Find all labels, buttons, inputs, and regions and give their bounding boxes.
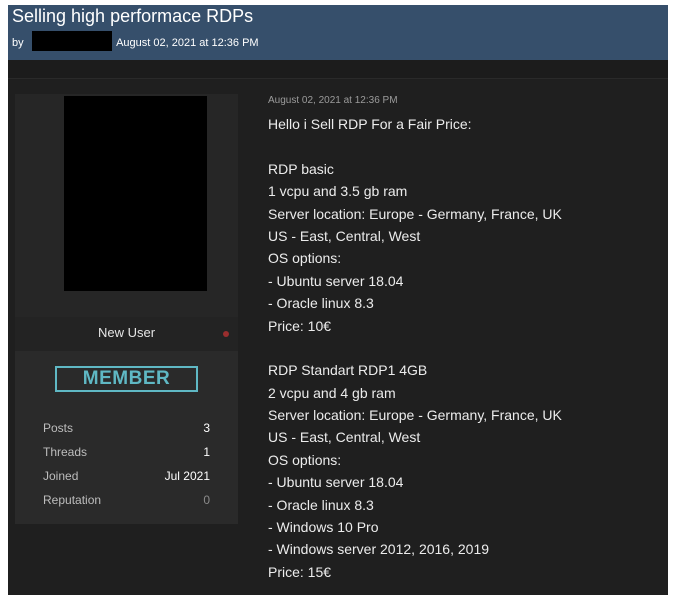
post-content: August 02, 2021 at 12:36 PM Hello i Sell… (268, 95, 658, 583)
stat-value: 0 (203, 493, 210, 507)
offline-status-icon (223, 331, 229, 337)
post-line: RDP Standart RDP1 4GB (268, 362, 428, 379)
stat-label: Threads (43, 445, 88, 459)
post-line: Price: 10€ (268, 317, 332, 334)
member-rank-badge: MEMBER (55, 366, 198, 392)
stat-label: Posts (43, 421, 74, 435)
avatar-redacted[interactable] (64, 96, 207, 291)
by-label: by (12, 36, 24, 49)
post-line: - Ubuntu server 18.04 (268, 272, 404, 289)
post-line: - Oracle linux 8.3 (268, 496, 374, 513)
post-line: - Windows 10 Pro (268, 519, 379, 536)
stat-label: Joined (43, 469, 79, 483)
thread-header: Selling high performace RDPs by August 0… (8, 5, 668, 60)
user-profile-card: New User MEMBER Posts 3 Threads 1 Joined… (15, 94, 238, 524)
post-line: Price: 15€ (268, 563, 332, 580)
post-line: - Oracle linux 8.3 (268, 295, 374, 312)
post-line (268, 337, 658, 359)
thread-byline: by August 02, 2021 at 12:36 PM (12, 31, 259, 53)
post-line: US - East, Central, West (268, 227, 421, 244)
username[interactable]: New User (15, 325, 238, 340)
post-body: Hello i Sell RDP For a Fair Price: RDP b… (268, 113, 658, 583)
stat-value: Jul 2021 (164, 469, 210, 483)
stat-posts: Posts 3 (43, 421, 210, 437)
post-line: Server location: Europe - Germany, Franc… (268, 407, 562, 424)
thread-subbar (8, 60, 668, 79)
post-line (268, 135, 658, 157)
post-line: 2 vcpu and 4 gb ram (268, 384, 396, 401)
post-line: US - East, Central, West (268, 429, 421, 446)
stat-reputation: Reputation 0 (43, 493, 210, 509)
username-row: New User (15, 317, 238, 351)
post-line: - Ubuntu server 18.04 (268, 474, 404, 491)
post-line: Server location: Europe - Germany, Franc… (268, 205, 562, 222)
post-line: RDP basic (268, 160, 334, 177)
post-line: OS options: (268, 451, 342, 468)
thread-date: August 02, 2021 at 12:36 PM (116, 36, 259, 49)
stat-value: 3 (203, 421, 210, 435)
redacted-author-name (31, 31, 112, 51)
stat-label: Reputation (43, 493, 102, 507)
stat-threads: Threads 1 (43, 445, 210, 461)
avatar-container (15, 94, 238, 317)
stat-joined: Joined Jul 2021 (43, 469, 210, 485)
stat-value: 1 (203, 445, 210, 459)
post-line: OS options: (268, 250, 342, 267)
thread-title: Selling high performace RDPs (12, 6, 254, 26)
forum-thread: Selling high performace RDPs by August 0… (8, 5, 668, 595)
post-line: 1 vcpu and 3.5 gb ram (268, 183, 408, 200)
post-line: - Windows server 2012, 2016, 2019 (268, 541, 490, 558)
post-date: August 02, 2021 at 12:36 PM (268, 95, 398, 106)
post-line: Hello i Sell RDP For a Fair Price: (268, 116, 472, 132)
